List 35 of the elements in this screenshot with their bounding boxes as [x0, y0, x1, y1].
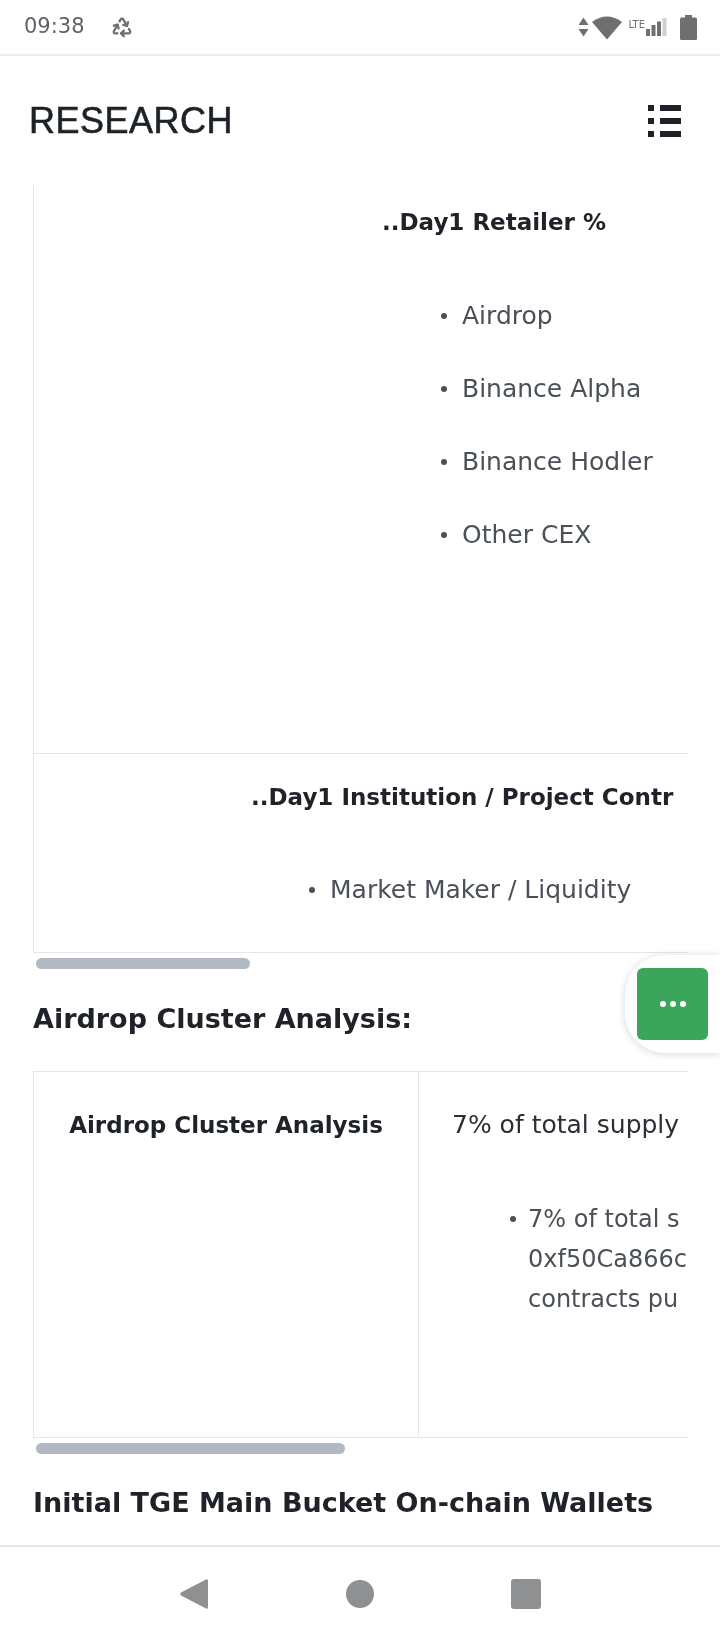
cell-value: 7% of total supply: [452, 1109, 680, 1141]
back-icon: [180, 1577, 208, 1610]
list-item: 7% of total s 0xf50Ca866c contracts pu: [528, 1204, 687, 1315]
status-time: 09:38: [24, 13, 85, 41]
list-item: Binance Hodler: [462, 446, 653, 478]
battery-icon: [680, 14, 697, 40]
bullet-icon: [441, 386, 447, 392]
list-item: Market Maker / Liquidity: [330, 874, 632, 906]
page-title: RESEARCH: [29, 101, 234, 141]
bullet-icon: [441, 532, 447, 538]
bullet-icon: [441, 459, 447, 465]
row-heading: ..Day1 Institution / Project Contr: [251, 783, 674, 812]
network-type: LTE: [628, 19, 645, 31]
list-item: Other CEX: [462, 519, 592, 551]
data-arrows-icon: [578, 17, 590, 37]
signal-icon: [646, 18, 667, 36]
cell-label: Airdrop Cluster Analysis: [69, 1111, 383, 1140]
more-button[interactable]: [637, 968, 708, 1040]
more-icon: [659, 1001, 686, 1007]
home-icon: [346, 1579, 374, 1608]
section-heading: Initial TGE Main Bucket On-chain Wallets: [33, 1486, 654, 1520]
recycle-icon: [110, 16, 133, 38]
scrollbar-thumb[interactable]: [36, 958, 250, 969]
menu-icon: [648, 105, 681, 137]
recents-icon: [511, 1578, 541, 1609]
bullet-icon: [441, 313, 447, 319]
menu-button[interactable]: [648, 105, 681, 137]
list-item: Binance Alpha: [462, 373, 642, 405]
scrollbar-thumb[interactable]: [36, 1443, 345, 1454]
wifi-icon: [592, 14, 623, 40]
bullet-icon: [309, 887, 315, 893]
list-item: Airdrop: [462, 300, 553, 332]
section-heading: Airdrop Cluster Analysis:: [33, 1002, 413, 1036]
bullet-icon: [510, 1216, 516, 1222]
row-heading: ..Day1 Retailer %: [382, 208, 606, 237]
